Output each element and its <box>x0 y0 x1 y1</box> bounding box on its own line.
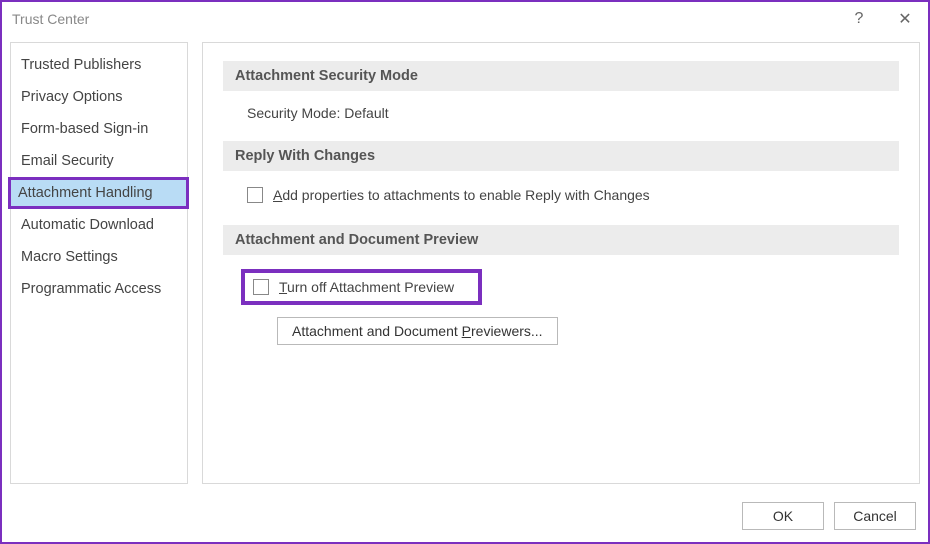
checkbox-icon <box>247 187 263 203</box>
sidebar-item-programmatic-access[interactable]: Programmatic Access <box>11 273 187 305</box>
dialog-footer: OK Cancel <box>2 492 928 542</box>
sidebar-item-privacy-options[interactable]: Privacy Options <box>11 81 187 113</box>
turn-off-attachment-preview-checkbox-row[interactable]: Turn off Attachment Preview <box>253 279 454 295</box>
section-body-attachment-preview: Turn off Attachment Preview Attachment a… <box>223 269 899 365</box>
checkbox-icon <box>253 279 269 295</box>
window-title: Trust Center <box>12 11 89 27</box>
dialog-content: Trusted Publishers Privacy Options Form-… <box>2 36 928 492</box>
cancel-button[interactable]: Cancel <box>834 502 916 530</box>
section-header-attachment-security: Attachment Security Mode <box>223 61 899 91</box>
section-header-reply-with-changes: Reply With Changes <box>223 141 899 171</box>
security-mode-text: Security Mode: Default <box>247 105 389 121</box>
category-sidebar: Trusted Publishers Privacy Options Form-… <box>10 42 188 484</box>
titlebar: Trust Center ? ✕ <box>2 2 928 36</box>
close-icon: ✕ <box>898 9 911 29</box>
turn-off-attachment-preview-label: Turn off Attachment Preview <box>279 279 454 295</box>
help-button[interactable]: ? <box>836 2 882 36</box>
section-header-attachment-preview: Attachment and Document Preview <box>223 225 899 255</box>
sidebar-item-automatic-download[interactable]: Automatic Download <box>11 209 187 241</box>
section-body-reply-with-changes: Add properties to attachments to enable … <box>223 185 899 225</box>
section-body-attachment-security: Security Mode: Default <box>223 105 899 141</box>
close-button[interactable]: ✕ <box>882 2 928 36</box>
trust-center-dialog: Trust Center ? ✕ Trusted Publishers Priv… <box>0 0 930 544</box>
ok-button[interactable]: OK <box>742 502 824 530</box>
main-panel: Attachment Security Mode Security Mode: … <box>202 42 920 484</box>
attachment-previewers-button[interactable]: Attachment and Document Previewers... <box>277 317 558 345</box>
turn-off-preview-highlight: Turn off Attachment Preview <box>241 269 482 305</box>
help-icon: ? <box>855 10 864 28</box>
reply-with-changes-checkbox-row[interactable]: Add properties to attachments to enable … <box>247 185 899 205</box>
sidebar-item-email-security[interactable]: Email Security <box>11 145 187 177</box>
reply-with-changes-label: Add properties to attachments to enable … <box>273 187 650 203</box>
sidebar-item-form-based-sign-in[interactable]: Form-based Sign-in <box>11 113 187 145</box>
sidebar-item-macro-settings[interactable]: Macro Settings <box>11 241 187 273</box>
sidebar-item-trusted-publishers[interactable]: Trusted Publishers <box>11 49 187 81</box>
sidebar-item-attachment-handling[interactable]: Attachment Handling <box>8 177 189 209</box>
